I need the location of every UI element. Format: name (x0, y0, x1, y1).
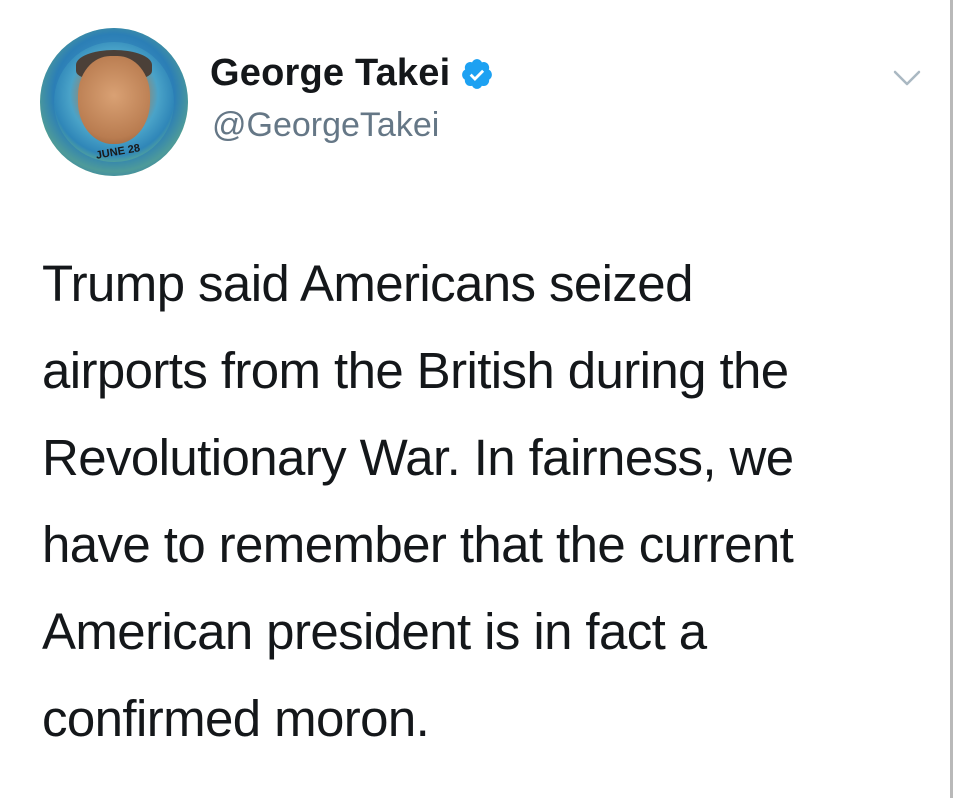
tweet-card: JUNE 28 George Takei @GeorgeTakei Trump … (0, 0, 944, 798)
author-display-name[interactable]: George Takei (210, 52, 450, 95)
avatar-face (78, 56, 150, 144)
verified-badge-icon (462, 58, 493, 89)
tweet-text-line: confirmed moron. (42, 690, 430, 747)
tweet-text-line: have to remember that the current (42, 516, 794, 573)
avatar[interactable]: JUNE 28 (40, 28, 188, 176)
tweet-text-line: American president is in fact a (42, 603, 707, 660)
tweet-text-line: airports from the British during the (42, 342, 789, 399)
author-handle[interactable]: @GeorgeTakei (212, 106, 439, 145)
tweet-text-line: Revolutionary War. In fairness, we (42, 429, 794, 486)
author-name-row: George Takei (210, 52, 494, 95)
scrollbar[interactable] (944, 0, 960, 798)
scrollbar-track[interactable] (950, 0, 953, 798)
tweet-text: Trump said Americans seized airports fro… (42, 240, 922, 762)
chevron-down-icon[interactable] (892, 68, 922, 88)
tweet-text-line: Trump said Americans seized (42, 255, 693, 312)
